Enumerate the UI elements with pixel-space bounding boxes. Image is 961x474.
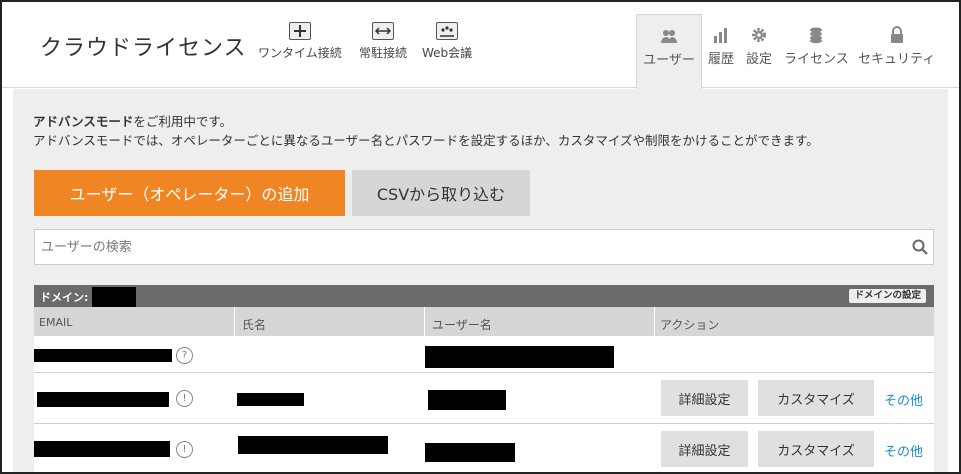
users-panel: アドバンスモードをご利用中です。 アドバンスモードでは、オペレーターごとに異なる… — [13, 89, 948, 472]
table-row: ! 詳細設定 カスタマイズ その他 — [34, 373, 934, 424]
customize-button[interactable]: カスタマイズ — [758, 380, 874, 416]
onetime-connect-icon — [288, 22, 311, 40]
import-csv-button[interactable]: CSVから取り込む — [352, 170, 530, 216]
gear-icon — [752, 28, 766, 42]
redacted-username — [425, 443, 515, 462]
nav-users[interactable]: ユーザー — [636, 14, 702, 89]
onetime-connect-button[interactable]: ワンタイム接続 — [258, 22, 342, 61]
redacted-email — [37, 392, 169, 407]
users-icon — [661, 30, 677, 43]
resident-connect-icon — [372, 22, 394, 40]
onetime-connect-label: ワンタイム接続 — [258, 46, 342, 60]
alert-icon[interactable]: ! — [176, 441, 193, 458]
mode-name: アドバンスモード — [33, 114, 134, 129]
app-title: クラウドライセンス — [40, 36, 247, 61]
other-link[interactable]: その他 — [884, 390, 923, 409]
redacted-name — [237, 393, 304, 406]
detail-settings-button[interactable]: 詳細設定 — [661, 431, 748, 467]
nav-history-label: 履歴 — [708, 52, 735, 67]
redacted-username — [425, 346, 614, 368]
detail-settings-button[interactable]: 詳細設定 — [661, 380, 748, 416]
lock-icon — [890, 26, 903, 43]
mode-info-rest: をご利用中です。 — [133, 114, 233, 129]
mode-info-line2: アドバンスモードでは、オペレーターごとに異なるユーザー名とパスワードを設定するほ… — [33, 133, 819, 148]
nav-license-label: ライセンス — [784, 52, 849, 67]
column-divider — [234, 307, 235, 336]
redacted-email — [34, 349, 172, 362]
table-row: ? — [34, 336, 934, 373]
header: クラウドライセンス ワンタイム接続 常駐接続 Web会議 ユーザー 履歴 設定 … — [2, 2, 959, 89]
web-meeting-icon — [436, 22, 459, 40]
nav-settings[interactable]: 設定 — [746, 26, 772, 67]
column-username: ユーザー名 — [432, 318, 492, 332]
user-search-input[interactable] — [35, 230, 895, 264]
mode-info-line1: アドバンスモードをご利用中です。 — [33, 111, 232, 130]
table-row: ! 詳細設定 カスタマイズ その他 — [34, 424, 934, 472]
nav-license[interactable]: ライセンス — [784, 26, 849, 67]
redacted-email — [34, 441, 170, 457]
coins-icon — [810, 27, 823, 44]
web-meeting-button[interactable]: Web会議 — [422, 22, 472, 61]
nav-security[interactable]: セキュリティ — [858, 26, 935, 67]
column-divider — [424, 307, 425, 336]
redacted-domain — [92, 287, 136, 307]
add-user-button[interactable]: ユーザー（オペレーター）の追加 — [34, 170, 345, 216]
help-icon[interactable]: ? — [176, 347, 193, 364]
customize-button[interactable]: カスタマイズ — [758, 431, 874, 467]
domain-label: ドメイン: — [40, 291, 89, 304]
resident-connect-button[interactable]: 常駐接続 — [359, 22, 407, 61]
redacted-name — [238, 436, 388, 454]
bar-chart-icon — [714, 28, 727, 43]
nav-settings-label: 設定 — [746, 52, 773, 67]
nav-users-label: ユーザー — [643, 53, 695, 68]
app-window: クラウドライセンス ワンタイム接続 常駐接続 Web会議 ユーザー 履歴 設定 … — [0, 0, 961, 474]
table-header: EMAIL 氏名 ユーザー名 アクション — [34, 307, 934, 336]
web-meeting-label: Web会議 — [422, 46, 473, 60]
column-name: 氏名 — [242, 318, 267, 332]
search-icon[interactable] — [911, 238, 929, 256]
user-search-box — [34, 229, 934, 265]
column-email: EMAIL — [39, 316, 73, 329]
other-link[interactable]: その他 — [884, 441, 923, 460]
nav-security-label: セキュリティ — [858, 52, 936, 67]
nav-history[interactable]: 履歴 — [708, 26, 734, 67]
domain-settings-button[interactable]: ドメインの設定 — [849, 289, 926, 303]
redacted-username — [428, 390, 506, 410]
column-divider — [654, 307, 655, 336]
domain-bar: ドメイン: ドメインの設定 — [34, 285, 934, 307]
alert-icon[interactable]: ! — [176, 390, 193, 407]
column-action: アクション — [660, 318, 720, 332]
resident-connect-label: 常駐接続 — [359, 46, 408, 60]
